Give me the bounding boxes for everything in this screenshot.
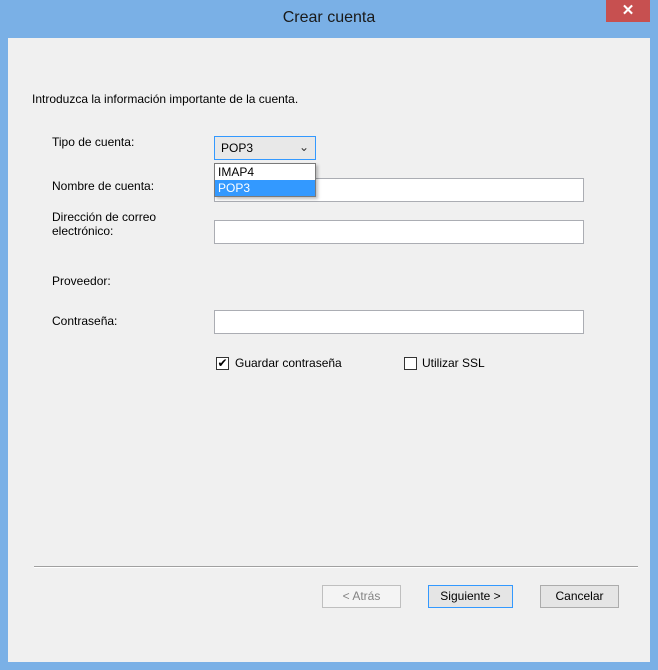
next-button[interactable]: Siguiente > (428, 585, 513, 608)
option-imap4[interactable]: IMAP4 (215, 164, 315, 180)
email-label: Dirección de correo electrónico: (52, 210, 156, 238)
dialog-body: Introduzca la información importante de … (8, 38, 650, 662)
title-bar[interactable]: Crear cuenta ✕ (0, 0, 658, 38)
email-input[interactable] (214, 220, 584, 244)
account-type-dropdown: IMAP4 POP3 (214, 163, 316, 197)
chevron-down-icon: ⌄ (298, 140, 309, 154)
account-type-value: POP3 (221, 141, 254, 155)
use-ssl-label[interactable]: Utilizar SSL (422, 356, 485, 370)
password-input[interactable] (214, 310, 584, 334)
option-pop3[interactable]: POP3 (215, 180, 315, 196)
use-ssl-checkbox[interactable] (404, 357, 417, 370)
password-label: Contraseña: (52, 314, 118, 328)
account-type-select[interactable]: POP3 ⌄ (214, 136, 316, 160)
account-name-label: Nombre de cuenta: (52, 179, 155, 193)
create-account-dialog: Crear cuenta ✕ Introduzca la información… (0, 0, 658, 670)
email-label-line1: Dirección de correo (52, 210, 157, 224)
provider-label: Proveedor: (52, 274, 111, 288)
account-type-label: Tipo de cuenta: (52, 135, 135, 149)
window-title: Crear cuenta (282, 9, 376, 26)
cancel-button[interactable]: Cancelar (540, 585, 619, 608)
checkmark-icon: ✔ (217, 356, 228, 370)
save-password-checkbox[interactable]: ✔ (216, 357, 229, 370)
save-password-label[interactable]: Guardar contraseña (235, 356, 342, 370)
back-button[interactable]: < Atrás (322, 585, 401, 608)
footer-separator (34, 566, 638, 568)
close-button[interactable]: ✕ (606, 0, 650, 22)
intro-text: Introduzca la información importante de … (32, 92, 299, 106)
close-icon: ✕ (621, 2, 635, 19)
email-label-line2: electrónico: (52, 224, 114, 238)
